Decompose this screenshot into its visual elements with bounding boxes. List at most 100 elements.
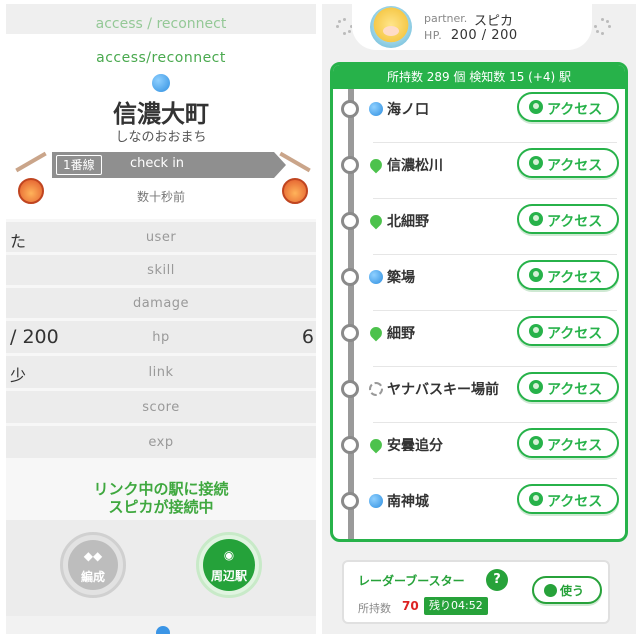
- stat-row-user: た user: [6, 222, 316, 252]
- partner-avatar: [370, 6, 412, 48]
- access-button[interactable]: アクセス: [517, 204, 619, 234]
- station-name: 安曇追分: [387, 438, 443, 454]
- access-label: アクセス: [547, 158, 603, 174]
- stat-row-exp: exp: [6, 426, 316, 458]
- access-reconnect-title: access/reconnect: [96, 50, 226, 66]
- stat-label: link: [148, 365, 174, 380]
- station-list-item: 南神城 アクセス: [333, 479, 625, 535]
- rail-node-icon: [341, 156, 359, 174]
- partner-hp: HP. 200 / 200: [424, 28, 518, 43]
- partner-label: partner.: [424, 12, 468, 25]
- sparkle-icon: [594, 18, 612, 36]
- radar-icon: [529, 212, 543, 226]
- station-list-item: 海ノ口 アクセス: [333, 87, 625, 143]
- station-card: access/reconnect 信濃大町 しなのおおまち 1番線 check …: [6, 34, 316, 219]
- station-list-item: 信濃松川 アクセス: [333, 143, 625, 199]
- stat-row-score: score: [6, 391, 316, 423]
- blue-orb-icon: [369, 102, 383, 116]
- checkin-label: check in: [130, 156, 185, 171]
- line-badge: 1番線: [56, 155, 102, 175]
- formation-button[interactable]: ◆◆ 編成: [60, 532, 126, 598]
- access-label: アクセス: [547, 270, 603, 286]
- radar-icon: [544, 584, 557, 597]
- access-button[interactable]: アクセス: [517, 92, 619, 122]
- stat-row-damage: damage: [6, 288, 316, 318]
- stat-label: skill: [147, 263, 175, 278]
- remaining-time-badge: 残り04:52: [424, 597, 488, 615]
- station-list-item: 簗場 アクセス: [333, 255, 625, 311]
- station-name: 北細野: [387, 214, 429, 230]
- previous-screen-strip: access / reconnect: [6, 4, 316, 34]
- nearby-stations-panel: partner. スピカ HP. 200 / 200 所持数 289 個 検知数…: [322, 4, 636, 634]
- use-button[interactable]: 使う: [532, 576, 602, 604]
- use-label: 使う: [560, 584, 585, 598]
- rail-node-icon: [341, 324, 359, 342]
- blue-orb-icon: [152, 74, 170, 92]
- radar-booster-title: レーダーブースター: [358, 574, 465, 588]
- rail-node-icon: [341, 492, 359, 510]
- station-name: 信濃松川: [387, 158, 443, 174]
- rail-node-icon: [341, 380, 359, 398]
- radar-icon: ◉: [223, 548, 235, 562]
- station-name: 南神城: [387, 494, 429, 510]
- station-list-item: ヤナバスキー場前 アクセス: [333, 367, 625, 423]
- access-label: アクセス: [547, 494, 603, 510]
- owned-count: 70: [402, 599, 419, 613]
- next-screen-strip: [6, 616, 316, 634]
- screenshot-root: access / reconnect access/reconnect 信濃大町…: [0, 0, 640, 640]
- stat-row-link: 少 link: [6, 356, 316, 388]
- access-button[interactable]: アクセス: [517, 316, 619, 346]
- station-name: 海ノ口: [387, 102, 429, 118]
- station-kana: しなのおおまち: [115, 130, 207, 145]
- link-message: リンク中の駅に接続 スピカが接続中: [6, 480, 316, 516]
- station-detail-panel: access / reconnect access/reconnect 信濃大町…: [6, 4, 316, 634]
- access-label: アクセス: [547, 326, 603, 342]
- cars-icon: ◆◆: [83, 549, 103, 563]
- access-button[interactable]: アクセス: [517, 428, 619, 458]
- access-label: アクセス: [547, 214, 603, 230]
- radar-icon: [529, 268, 543, 282]
- stat-label: user: [145, 230, 177, 245]
- partner-card[interactable]: partner. スピカ HP. 200 / 200: [352, 4, 592, 50]
- radar-icon: [529, 156, 543, 170]
- blue-orb-icon: [156, 626, 170, 634]
- station-name: ヤナバスキー場前: [387, 382, 499, 398]
- access-button[interactable]: アクセス: [517, 260, 619, 290]
- access-button[interactable]: アクセス: [517, 148, 619, 178]
- access-button[interactable]: アクセス: [517, 372, 619, 402]
- radar-icon: [529, 436, 543, 450]
- nearby-stations-button[interactable]: ◉ 周辺駅: [196, 532, 262, 598]
- previous-screen-title: access / reconnect: [95, 16, 227, 32]
- stats-table: た user skill damage / 200 hp 6 少 link sc…: [6, 222, 316, 461]
- stat-label: score: [142, 400, 180, 415]
- station-name: 細野: [387, 326, 415, 342]
- hp-key: HP.: [424, 29, 443, 42]
- station-list-card: 所持数 289 個 検知数 15 (+4) 駅 海ノ口 アクセス 信濃松川 アクセス北…: [330, 62, 628, 542]
- station-list-item: 細野 アクセス: [333, 311, 625, 367]
- station-list-item: 安曇追分 アクセス: [333, 423, 625, 479]
- help-button[interactable]: ?: [486, 569, 508, 591]
- formation-label: 編成: [80, 570, 105, 584]
- radar-icon: [529, 100, 543, 114]
- stat-row-skill: skill: [6, 255, 316, 285]
- green-leaf-icon: [367, 436, 385, 454]
- stat-row-hp: / 200 hp 6: [6, 321, 316, 353]
- green-leaf-icon: [367, 212, 385, 230]
- station-name: 簗場: [387, 270, 415, 286]
- hp-value: 200 / 200: [450, 28, 518, 43]
- access-label: アクセス: [547, 102, 603, 118]
- radar-icon: [529, 324, 543, 338]
- access-label: アクセス: [547, 382, 603, 398]
- link-message-line-1: リンク中の駅に接続: [93, 480, 229, 498]
- access-button[interactable]: アクセス: [517, 484, 619, 514]
- partner-name: スピカ: [474, 14, 514, 29]
- radar-icon: [529, 380, 543, 394]
- stat-label: exp: [148, 435, 174, 450]
- stat-label: hp: [152, 330, 170, 345]
- stat-right-value: 6: [301, 326, 314, 348]
- checkin-button[interactable]: 1番線 check in: [52, 152, 286, 178]
- rail-node-icon: [341, 268, 359, 286]
- rail-node-icon: [341, 212, 359, 230]
- empty-ring-icon: [369, 382, 383, 396]
- link-message-line-2: スピカが接続中: [108, 498, 214, 516]
